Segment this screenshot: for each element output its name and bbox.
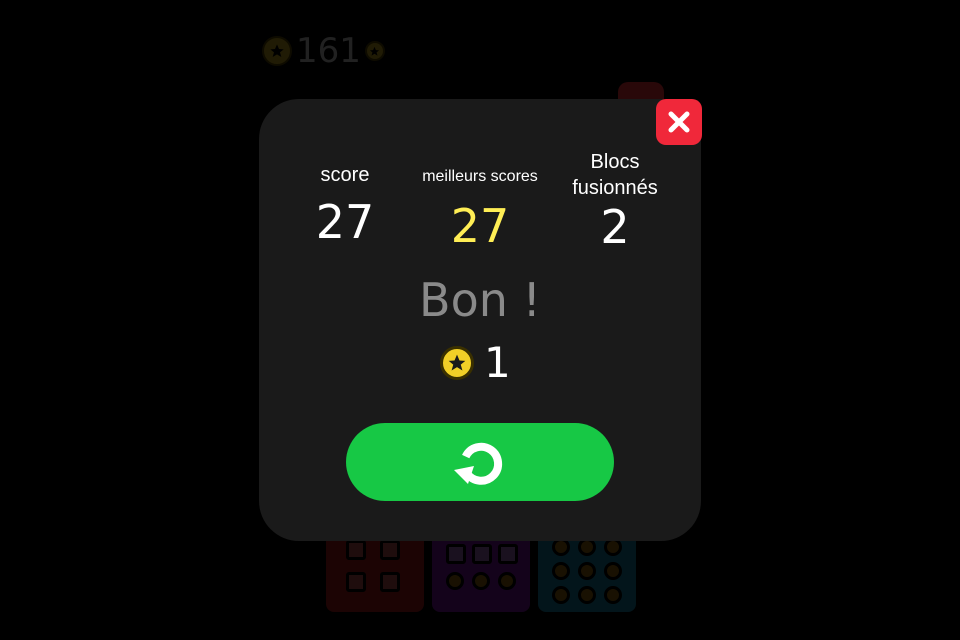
score-value: 27	[315, 195, 375, 249]
reward-count: 1	[484, 338, 511, 387]
score-label: score	[320, 164, 370, 186]
star-coin-icon	[262, 36, 292, 66]
best-score-label: meilleurs scores	[422, 168, 538, 185]
coin-reward: 1	[440, 340, 511, 386]
merged-blocks-label-line2: fusionnés	[572, 177, 658, 199]
star-coin-icon	[364, 41, 385, 61]
restart-button[interactable]	[346, 423, 614, 501]
background-coin-count: 161	[296, 31, 361, 71]
merged-blocks-stat: Blocs fusionnés 2	[540, 149, 690, 253]
merged-blocks-label-line1: Blocs	[590, 151, 640, 173]
star-coin-icon	[440, 346, 474, 380]
close-button[interactable]	[656, 99, 702, 145]
best-score-stat: meilleurs scores 27	[405, 164, 555, 252]
score-stat: score 27	[270, 162, 420, 248]
merged-blocks-value: 2	[600, 200, 630, 254]
game-screen: 161 score 27 meilleurs scores 27 Blocs f…	[0, 0, 960, 640]
rating-text: Bon !	[419, 273, 541, 327]
restart-icon	[454, 442, 503, 485]
best-score-value: 27	[450, 199, 510, 253]
close-icon	[668, 111, 690, 133]
background-coin-counter: 161	[262, 34, 385, 68]
